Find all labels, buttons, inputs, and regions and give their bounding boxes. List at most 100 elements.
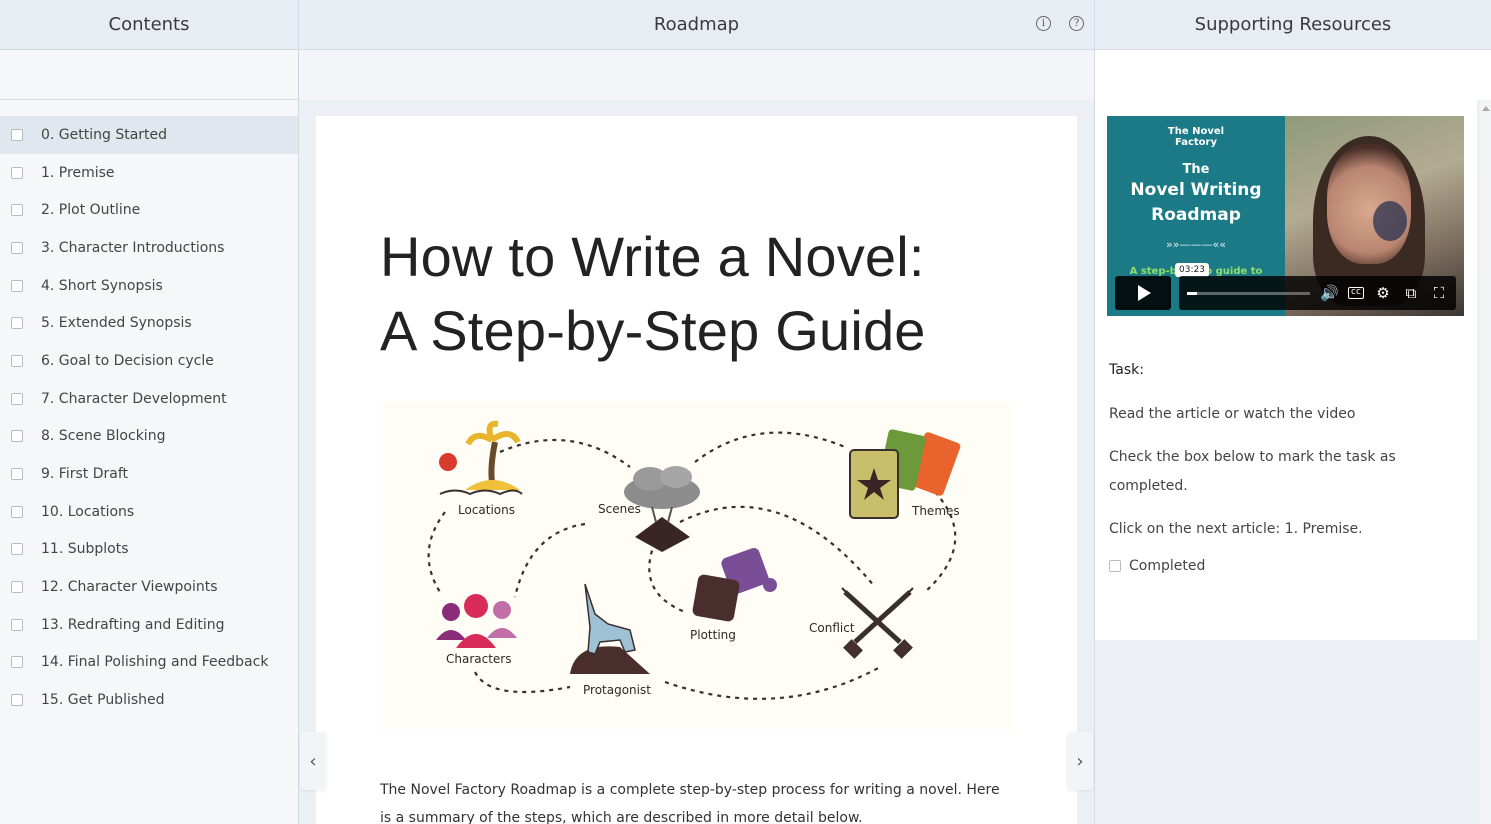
toc-checkbox[interactable] <box>11 204 23 217</box>
toc-item-label: 4. Short Synopsis <box>41 277 163 294</box>
article-card: How to Write a Novel: A Step-by-Step Gui… <box>316 116 1077 824</box>
infographic-label-characters: Characters <box>446 652 512 666</box>
resources-scrollbar[interactable] <box>1480 100 1491 824</box>
article-intro: The Novel Factory Roadmap is a complete … <box>380 782 1000 824</box>
toc-checkbox[interactable] <box>11 166 23 179</box>
task-line-1: Read the article or watch the video <box>1109 406 1356 422</box>
pip-icon[interactable]: ⧉ <box>1402 284 1420 302</box>
next-article-button[interactable]: › <box>1067 732 1093 790</box>
toc-checkbox[interactable] <box>11 468 23 481</box>
settings-icon[interactable]: ⚙ <box>1374 284 1392 302</box>
video-player[interactable]: The Novel Factory The Novel Writing Road… <box>1107 116 1464 316</box>
toc-item-label: 11. Subplots <box>41 541 129 558</box>
resources-header: Supporting Resources <box>1094 0 1491 50</box>
toc-item-get-published[interactable]: 15. Get Published <box>0 681 298 719</box>
toc-checkbox[interactable] <box>11 618 23 631</box>
toc-checkbox[interactable] <box>11 505 23 518</box>
toc-item-getting-started[interactable]: 0. Getting Started <box>0 116 298 154</box>
volume-icon[interactable]: 🔊 <box>1320 284 1339 302</box>
captions-icon[interactable]: cc <box>1348 287 1364 299</box>
toc-item-first-draft[interactable]: 9. First Draft <box>0 455 298 493</box>
toc-checkbox[interactable] <box>11 581 23 594</box>
toc-item-label: 6. Goal to Decision cycle <box>41 352 214 369</box>
toc-item-locations[interactable]: 10. Locations <box>0 493 298 531</box>
scroll-up-arrow-icon[interactable] <box>1482 106 1490 111</box>
article-title-line2: A Step-by-Step Guide <box>380 299 926 362</box>
toc-item-scene-blocking[interactable]: 8. Scene Blocking <box>0 418 298 456</box>
toc-item-premise[interactable]: 1. Premise <box>0 154 298 192</box>
toc-item-label: 9. First Draft <box>41 466 129 483</box>
toc-item-goal-decision[interactable]: 6. Goal to Decision cycle <box>0 342 298 380</box>
infographic-label-protagonist: Protagonist <box>583 683 651 697</box>
video-title-line2: Roadmap <box>1151 205 1241 225</box>
task-line-2: Check the box below to mark the task as … <box>1109 449 1396 494</box>
task-line-3: Click on the next article: 1. Premise. <box>1109 521 1363 537</box>
infographic-label-locations: Locations <box>458 503 515 517</box>
toc-item-extended-synopsis[interactable]: 5. Extended Synopsis <box>0 304 298 342</box>
toc-checkbox[interactable] <box>11 656 23 669</box>
toc-item-final-polishing[interactable]: 14. Final Polishing and Feedback <box>0 644 298 682</box>
characters-icon <box>436 594 517 648</box>
video-progress-fill <box>1187 291 1197 295</box>
toc-item-label: 15. Get Published <box>41 692 165 709</box>
toc-item-subplots[interactable]: 11. Subplots <box>0 531 298 569</box>
task-panel: Task: Read the article or watch the vide… <box>1109 362 1449 574</box>
toc-item-label: 7. Character Development <box>41 390 227 407</box>
toc-checkbox[interactable] <box>11 430 23 443</box>
play-button[interactable] <box>1115 276 1171 310</box>
resources-title: Supporting Resources <box>1194 14 1392 35</box>
header-icons: i ? <box>1036 16 1084 31</box>
toc-item-label: 14. Final Polishing and Feedback <box>41 654 269 671</box>
toc-item-character-viewpoints[interactable]: 12. Character Viewpoints <box>0 568 298 606</box>
toc-list: 0. Getting Started 1. Premise 2. Plot Ou… <box>0 100 299 824</box>
toc-checkbox[interactable] <box>11 543 23 556</box>
toc-item-redrafting[interactable]: 13. Redrafting and Editing <box>0 606 298 644</box>
task-label: Task: <box>1109 362 1144 378</box>
toc-checkbox[interactable] <box>11 392 23 405</box>
chevron-right-icon: › <box>1076 750 1084 772</box>
contents-header: Contents <box>0 0 299 50</box>
toc-item-character-introductions[interactable]: 3. Character Introductions <box>0 229 298 267</box>
toc-item-label: 8. Scene Blocking <box>41 428 166 445</box>
video-control-bar: 🔊 cc ⚙ ⧉ ⛶ <box>1179 276 1456 310</box>
video-arrows: »»———«« <box>1166 238 1226 251</box>
help-icon[interactable]: ? <box>1069 16 1084 31</box>
roadmap-title: Roadmap <box>653 14 740 35</box>
toc-checkbox[interactable] <box>11 128 23 141</box>
video-progress-bar[interactable] <box>1187 291 1310 295</box>
locations-icon <box>439 420 523 496</box>
toc-item-plot-outline[interactable]: 2. Plot Outline <box>0 191 298 229</box>
toc-item-label: 13. Redrafting and Editing <box>41 616 225 633</box>
video-brand-line2: Factory <box>1174 137 1218 148</box>
previous-article-button[interactable]: ‹ <box>300 732 326 790</box>
toc-checkbox[interactable] <box>11 279 23 292</box>
infographic-label-themes: Themes <box>911 504 960 518</box>
video-timestamp: 03:23 <box>1175 263 1209 277</box>
completed-label: Completed <box>1129 558 1206 574</box>
video-brand-line1: The Novel <box>1167 126 1225 137</box>
info-icon[interactable]: i <box>1036 16 1051 31</box>
toc-item-character-development[interactable]: 7. Character Development <box>0 380 298 418</box>
fullscreen-icon[interactable]: ⛶ <box>1430 284 1448 302</box>
toc-checkbox[interactable] <box>11 694 23 707</box>
person-face-paint <box>1373 201 1407 241</box>
toc-checkbox[interactable] <box>11 317 23 330</box>
toc-checkbox[interactable] <box>11 354 23 367</box>
infographic-label-plotting: Plotting <box>690 628 736 642</box>
article-title-line1: How to Write a Novel: <box>380 225 925 288</box>
infographic-label-conflict: Conflict <box>809 621 855 635</box>
article-title: How to Write a Novel: A Step-by-Step Gui… <box>380 220 926 368</box>
completed-checkbox-row[interactable]: Completed <box>1109 558 1449 574</box>
toc-item-label: 1. Premise <box>41 164 115 181</box>
toc-checkbox[interactable] <box>11 241 23 254</box>
toc-item-label: 12. Character Viewpoints <box>41 579 218 596</box>
resources-subbar <box>1094 50 1491 100</box>
infographic-label-scenes: Scenes <box>598 502 641 516</box>
video-title-line1: Novel Writing <box>1130 180 1262 200</box>
completed-checkbox[interactable] <box>1109 560 1121 572</box>
toc-item-short-synopsis[interactable]: 4. Short Synopsis <box>0 267 298 305</box>
toc-item-label: 3. Character Introductions <box>41 239 225 256</box>
roadmap-subbar <box>299 50 1094 100</box>
toc-item-label: 10. Locations <box>41 503 135 520</box>
resources-card: The Novel Factory The Novel Writing Road… <box>1095 100 1477 640</box>
